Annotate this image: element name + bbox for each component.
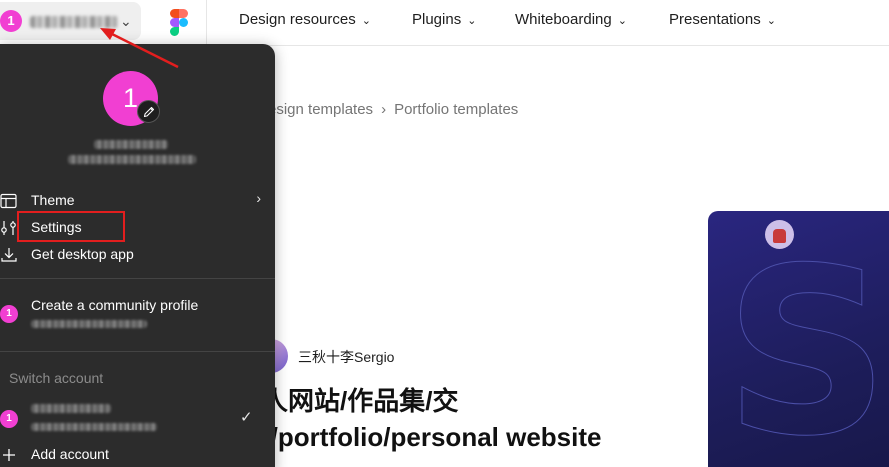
plus-icon xyxy=(3,449,15,461)
breadcrumb-portfolio-templates[interactable]: Portfolio templates xyxy=(394,101,518,118)
account-menu: 1 Theme › Settings Get desktop app 1 Cre… xyxy=(0,44,275,467)
nav-plugins[interactable]: Plugins ⌄ xyxy=(412,9,476,31)
page-title: 人网站/作品集/交 (/portfolio/personal website xyxy=(262,383,702,455)
menu-item-label: Get desktop app xyxy=(31,246,134,262)
settings-sliders-icon xyxy=(1,221,16,235)
template-preview-card[interactable]: S xyxy=(708,211,889,467)
account-entry[interactable]: 1 xyxy=(0,400,275,434)
menu-divider xyxy=(0,278,275,279)
nav-design-resources[interactable]: Design resources ⌄ xyxy=(239,9,371,31)
title-line: (/portfolio/personal website xyxy=(262,422,602,452)
author-name[interactable]: 三秋十李Sergio xyxy=(298,347,394,367)
breadcrumb-separator: › xyxy=(381,101,387,118)
menu-item-create-community-profile[interactable]: 1 Create a community profile xyxy=(0,294,275,336)
chevron-down-icon: ⌄ xyxy=(361,15,371,27)
account-switcher-button[interactable]: 1 ⌄ xyxy=(0,2,141,40)
nav-label: Plugins xyxy=(412,11,462,28)
figma-logo[interactable] xyxy=(170,9,188,36)
menu-item-theme[interactable]: Theme › xyxy=(0,189,275,213)
chevron-down-icon: ⌄ xyxy=(617,15,627,27)
profile-name-redacted xyxy=(94,140,168,149)
account-entry-name-redacted xyxy=(31,404,111,413)
menu-item-label: Settings xyxy=(31,219,82,235)
nav-label: Whiteboarding xyxy=(515,11,612,28)
top-navigation: 1 ⌄ Design resources ⌄ Plugins ⌄ Whiteboar… xyxy=(0,0,889,46)
chevron-down-icon: ⌄ xyxy=(766,15,776,27)
account-name-redacted xyxy=(30,16,118,28)
menu-item-add-account[interactable]: Add account xyxy=(0,443,275,467)
theme-icon xyxy=(0,193,17,209)
title-line: 人网站/作品集/交 xyxy=(262,386,459,416)
menu-item-label: Theme xyxy=(31,192,75,208)
chevron-down-icon: ⌄ xyxy=(120,13,132,29)
account-avatar: 1 xyxy=(0,10,22,32)
community-handle-redacted xyxy=(31,320,147,328)
chevron-down-icon: ⌄ xyxy=(467,15,477,27)
checkmark-icon: ✓ xyxy=(240,409,253,426)
chevron-right-icon: › xyxy=(256,190,261,206)
pencil-icon xyxy=(143,106,155,118)
nav-whiteboarding[interactable]: Whiteboarding ⌄ xyxy=(515,9,627,31)
edit-profile-button[interactable] xyxy=(137,100,160,123)
community-avatar: 1 xyxy=(0,305,18,323)
profile-email-redacted xyxy=(68,155,196,164)
nav-label: Presentations xyxy=(669,11,761,28)
nav-label: Design resources xyxy=(239,11,356,28)
menu-item-settings[interactable]: Settings xyxy=(0,216,275,240)
breadcrumb: esign templates › Portfolio templates xyxy=(268,101,518,118)
card-outline-graphic: S xyxy=(724,220,889,467)
menu-divider xyxy=(0,351,275,352)
menu-item-get-desktop-app[interactable]: Get desktop app xyxy=(0,243,275,267)
breadcrumb-design-templates[interactable]: esign templates xyxy=(268,101,373,118)
nav-divider xyxy=(206,0,207,46)
switch-account-label: Switch account xyxy=(9,370,104,386)
menu-item-label: Add account xyxy=(31,446,109,462)
account-entry-avatar: 1 xyxy=(0,410,18,428)
nav-presentations[interactable]: Presentations ⌄ xyxy=(669,9,776,31)
download-icon xyxy=(1,248,17,262)
account-entry-email-redacted xyxy=(31,423,157,431)
menu-item-label: Create a community profile xyxy=(31,297,199,313)
